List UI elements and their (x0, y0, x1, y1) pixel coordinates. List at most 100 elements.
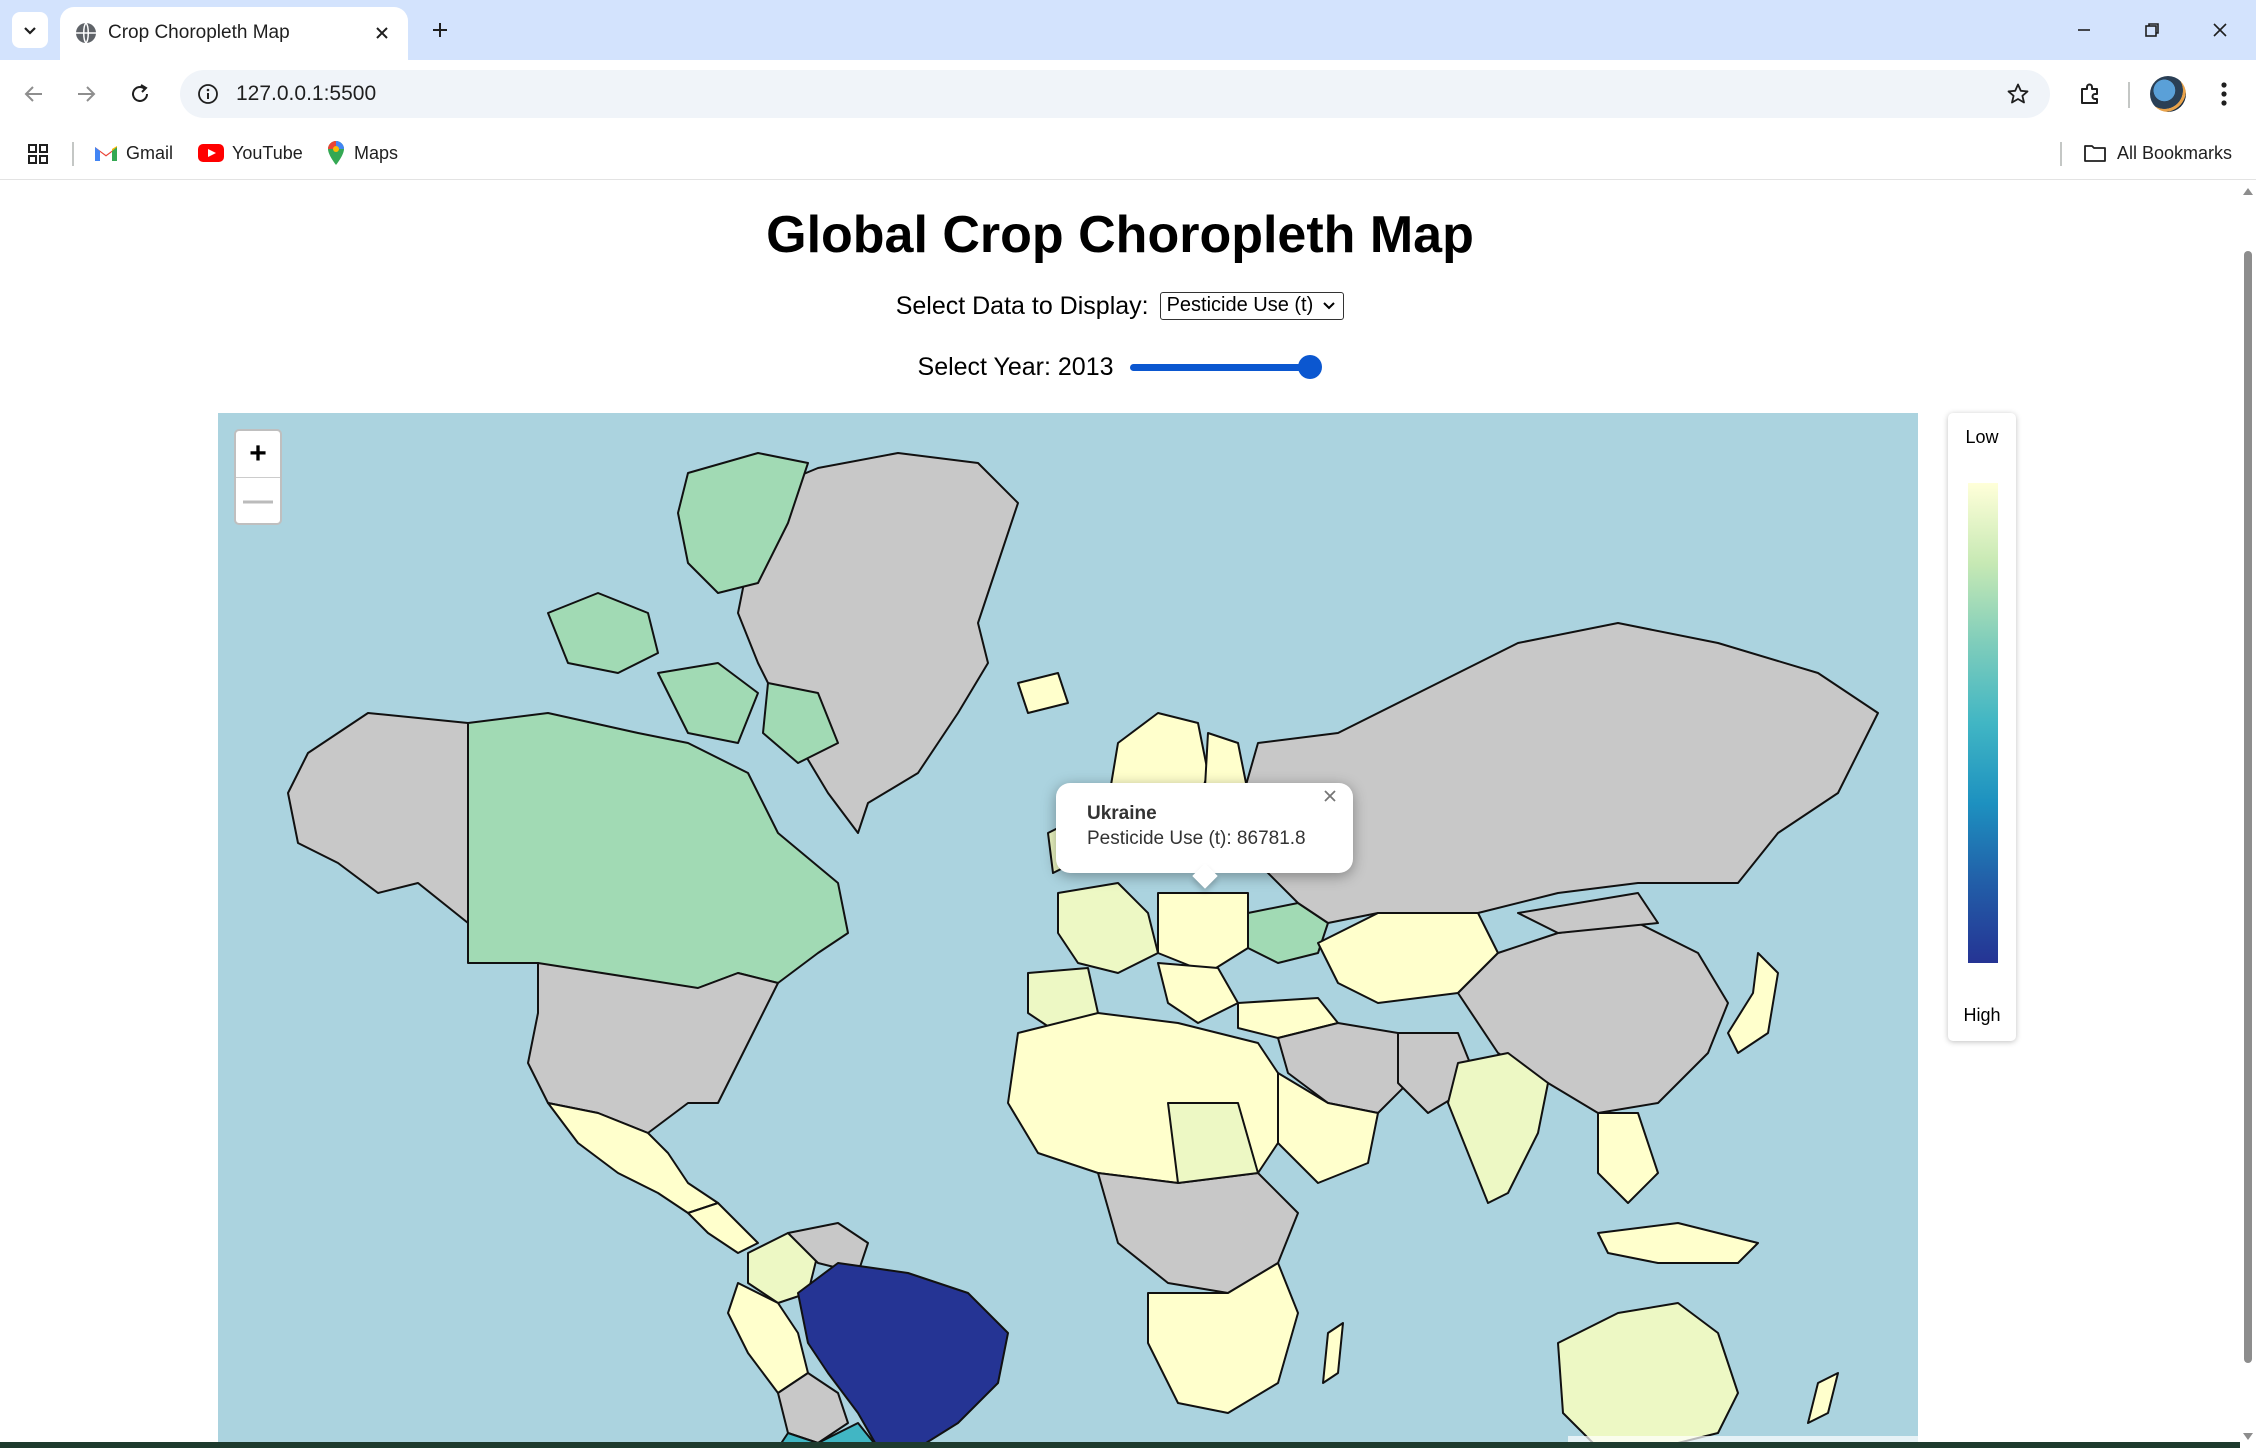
legend-color-bar (1968, 483, 1998, 963)
new-zealand-region (1807, 1372, 1839, 1424)
australia-region (1557, 1302, 1739, 1448)
close-icon (376, 27, 388, 39)
all-bookmarks-label: All Bookmarks (2116, 142, 2232, 163)
data-select-label: Select Data to Display: (895, 291, 1149, 320)
russia-region (1237, 622, 1879, 924)
choropleth-map[interactable]: + — Ukraine Pesticide Use (t): 86781.8 (218, 413, 1918, 1448)
minimize-button[interactable] (2054, 10, 2114, 50)
year-select-row: Select Year: 2013 (0, 352, 2240, 382)
browser-menu-button[interactable] (2204, 74, 2244, 114)
globe-icon (76, 22, 96, 44)
url-text: 127.0.0.1:5500 (236, 82, 377, 105)
legend-low-label: Low (1965, 427, 1999, 447)
minimize-icon (2078, 29, 2090, 31)
profile-avatar[interactable] (2150, 76, 2186, 112)
gmail-icon (95, 146, 117, 161)
browser-toolbar: 127.0.0.1:5500 (0, 60, 2256, 128)
canada-arctic-islands (547, 592, 659, 674)
zoom-in-button[interactable]: + (236, 431, 280, 477)
active-tab[interactable]: Crop Choropleth Map (60, 7, 408, 60)
tab-title: Crop Choropleth Map (108, 22, 290, 43)
indonesia-region (1597, 1222, 1759, 1264)
close-icon (1324, 790, 1336, 802)
new-tab-button[interactable] (424, 14, 456, 46)
year-label: Select Year: 2013 (917, 352, 1114, 381)
data-select-row: Select Data to Display: Pesticide Use (t… (0, 291, 2240, 321)
bookmark-label: Maps (354, 142, 399, 163)
data-select-dropdown[interactable]: Pesticide Use (t) (1159, 292, 1345, 321)
bookmark-gmail[interactable]: Gmail (94, 138, 173, 168)
window-close-button[interactable] (2190, 10, 2250, 50)
southeast-asia-region (1597, 1112, 1659, 1204)
peru-region (727, 1282, 809, 1394)
bookmarks-bar: Gmail YouTube Maps All Bookmarks (0, 128, 2256, 180)
tab-strip: Crop Choropleth Map (0, 0, 2256, 60)
bookmark-star-button[interactable] (2004, 80, 2032, 108)
maps-pin-icon (328, 141, 344, 165)
world-map-svg (287, 452, 1879, 1448)
india-region (1447, 1052, 1549, 1204)
iceland-region (1017, 672, 1069, 714)
map-legend: Low High (1948, 413, 2016, 1041)
year-slider[interactable] (1126, 354, 1323, 380)
apps-button[interactable] (24, 140, 52, 168)
bookmark-youtube[interactable]: YouTube (198, 138, 303, 168)
page-scrollbar[interactable] (2240, 181, 2256, 1448)
popup-country-name: Ukraine (1087, 803, 1157, 824)
extensions-button[interactable] (2070, 74, 2110, 114)
balkans-region (1157, 962, 1239, 1024)
taskbar-edge (0, 1442, 2240, 1448)
address-bar[interactable]: 127.0.0.1:5500 (180, 70, 2050, 118)
central-europe-region (1157, 892, 1249, 974)
back-button[interactable] (14, 74, 54, 114)
star-icon (2007, 83, 2029, 104)
data-select-value: Pesticide Use (t) (1166, 294, 1314, 317)
plus-icon (433, 23, 447, 37)
chevron-down-icon (24, 27, 36, 35)
apps-grid-icon (28, 144, 48, 164)
forward-button[interactable] (66, 74, 106, 114)
bookmark-label: YouTube (232, 142, 303, 163)
triangle-down-icon (2243, 1433, 2253, 1440)
popup-close-button[interactable] (1323, 789, 1345, 811)
info-icon (198, 84, 218, 104)
reload-button[interactable] (120, 74, 160, 114)
bookmarks-divider (72, 142, 74, 166)
tab-close-button[interactable] (368, 19, 396, 47)
close-icon (2213, 23, 2227, 37)
page-viewport: Global Crop Choropleth Map Select Data t… (0, 181, 2240, 1448)
map-popup: Ukraine Pesticide Use (t): 86781.8 (1056, 783, 1353, 889)
more-vert-icon (2221, 82, 2227, 106)
site-info-button[interactable] (194, 80, 222, 108)
legend-high-label: High (1963, 1005, 2001, 1025)
tab-search-button[interactable] (12, 12, 48, 48)
canada-arctic-islands (657, 662, 759, 744)
arrow-right-icon (78, 86, 96, 102)
youtube-icon (198, 144, 224, 162)
triangle-up-icon (2243, 188, 2253, 195)
toolbar-divider (2128, 82, 2130, 108)
year-slider-track (1130, 364, 1319, 372)
scrollbar-thumb[interactable] (2244, 251, 2252, 1363)
madagascar-region (1322, 1322, 1344, 1384)
reload-icon (132, 84, 148, 102)
bookmark-maps[interactable]: Maps (326, 138, 398, 168)
western-europe-region (1057, 882, 1159, 974)
popup-value-text: Pesticide Use (t): 86781.8 (1087, 828, 1306, 849)
zoom-out-button[interactable]: — (236, 477, 280, 523)
bookmark-label: Gmail (126, 142, 174, 163)
all-bookmarks-button[interactable]: All Bookmarks (2083, 138, 2232, 168)
restore-icon (2145, 23, 2159, 37)
central-america-region (687, 1202, 759, 1254)
folder-icon (2084, 145, 2106, 162)
bookmarks-divider (2060, 142, 2062, 166)
chevron-down-icon (1323, 302, 1335, 310)
scroll-up-arrow[interactable] (2242, 185, 2254, 197)
arrow-left-icon (24, 86, 42, 102)
scroll-down-arrow[interactable] (2242, 1431, 2254, 1443)
year-slider-thumb[interactable] (1298, 355, 1323, 380)
restore-button[interactable] (2122, 10, 2182, 50)
zoom-control: + — (234, 429, 282, 525)
japan-region (1727, 952, 1779, 1054)
puzzle-icon (2081, 83, 2098, 104)
